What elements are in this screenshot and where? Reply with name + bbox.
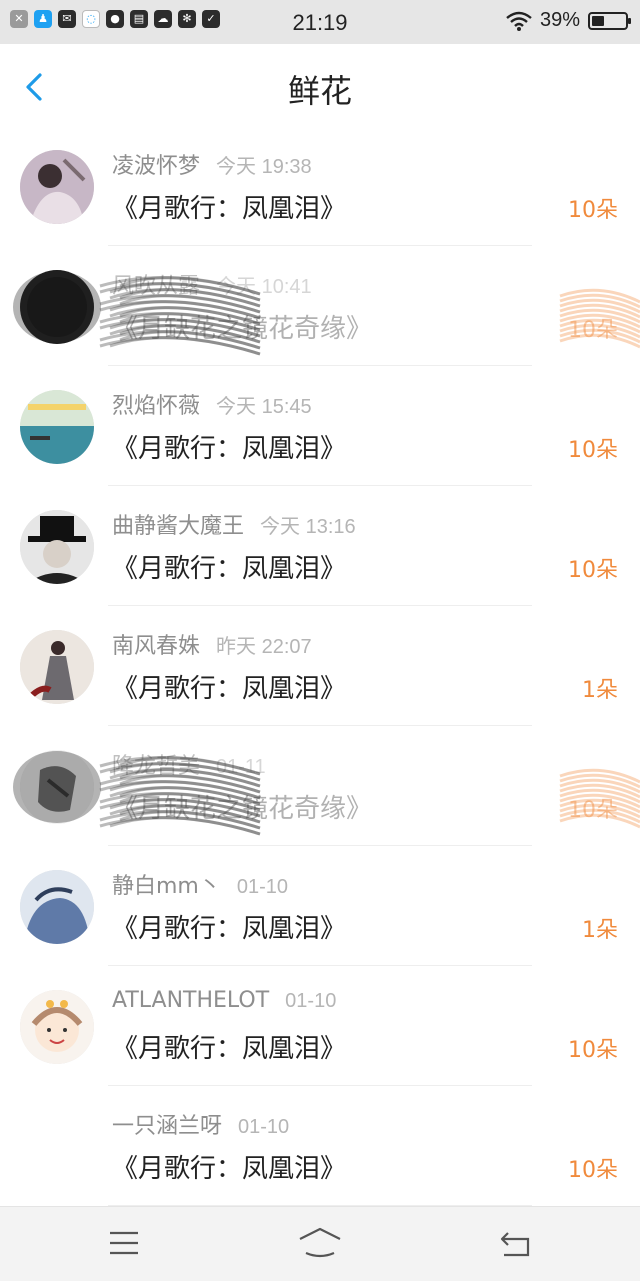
avatar[interactable] [20, 510, 94, 584]
sender-name: 南风春姝 [112, 634, 201, 659]
avatar[interactable] [20, 630, 94, 704]
flower-count: 10朵 [568, 798, 618, 823]
name-line: 曲静酱大魔王 今天 13:16 [112, 508, 356, 540]
book-title: 《月缺花之镜花奇缘》 [112, 794, 373, 824]
bottom-nav [0, 1206, 640, 1281]
gift-list: 凌波怀梦 今天 19:38 《月歌行：凤凰泪》 10朵 风吹从露 今天 10:4… [0, 126, 640, 1206]
battery-icon [588, 11, 631, 30]
name-line: 烈焰怀薇 今天 15:45 [112, 388, 312, 420]
sent-time: 01-10 [236, 876, 289, 898]
sender-name: ATLANTHELOT [112, 988, 270, 1013]
book-title: 《月歌行：凤凰泪》 [112, 1034, 347, 1064]
sent-time: 01-10 [285, 990, 337, 1012]
avatar[interactable] [20, 990, 94, 1064]
sent-time: 今天 13:16 [260, 516, 356, 538]
book-title: 《月歌行：凤凰泪》 [112, 1154, 347, 1184]
book-title: 《月歌行：凤凰泪》 [112, 194, 347, 224]
list-item-3[interactable]: 烈焰怀薇 今天 15:45 《月歌行：凤凰泪》 10朵 [0, 366, 640, 486]
redaction-scribble [13, 271, 640, 356]
avatar[interactable] [20, 1110, 94, 1184]
flower-count: 1朵 [582, 918, 618, 943]
page-title: 鲜花 [287, 72, 352, 110]
list-item-4[interactable]: 曲静酱大魔王 今天 13:16 《月歌行：凤凰泪》 10朵 [0, 486, 640, 606]
sent-time: 01-11 [216, 756, 266, 778]
avatar[interactable] [20, 750, 94, 824]
redaction-scribble [13, 751, 640, 836]
list-item-9[interactable]: 一只涵兰呀 01-10 《月歌行：凤凰泪》 10朵 [0, 1086, 640, 1206]
avatar[interactable] [20, 270, 94, 344]
sender-name: 静白mm丶 [112, 874, 221, 899]
list-item-1[interactable]: 凌波怀梦 今天 19:38 《月歌行：凤凰泪》 10朵 [0, 126, 640, 246]
book-title: 《月歌行：凤凰泪》 [112, 914, 347, 944]
flower-count: 1朵 [582, 678, 618, 703]
battery-percent: 39% [539, 9, 580, 31]
sent-time: 今天 19:38 [216, 156, 312, 178]
wifi-icon [506, 11, 532, 31]
sent-time: 今天 15:45 [216, 396, 312, 418]
book-title: 《月歌行：凤凰泪》 [112, 434, 347, 464]
home-icon[interactable] [296, 1225, 344, 1261]
flower-count: 10朵 [568, 318, 618, 343]
name-line: 南风春姝 昨天 22:07 [112, 628, 312, 660]
list-item-6[interactable]: 降龙哲美 01-11 《月缺花之镜花奇缘》 10朵 [0, 726, 640, 846]
avatar[interactable] [20, 390, 94, 464]
menu-icon[interactable] [104, 1225, 144, 1261]
status-right: 39% [506, 9, 631, 32]
status-bar: ✕ ♟ ✉ ◌ ● ▤ ☁ ✻ ✓ 21:19 39% [0, 0, 640, 44]
list-item-2[interactable]: 风吹从露 今天 10:41 《月缺花之镜花奇缘》 10朵 [0, 246, 640, 366]
sent-time: 今天 10:41 [216, 276, 312, 298]
flower-count: 10朵 [568, 198, 618, 223]
list-item-7[interactable]: 静白mm丶 01-10 《月歌行：凤凰泪》 1朵 [0, 846, 640, 966]
name-line: 降龙哲美 01-11 [112, 748, 266, 780]
name-line: ATLANTHELOT 01-10 [112, 988, 336, 1013]
sent-time: 01-10 [238, 1116, 290, 1138]
name-line: 静白mm丶 01-10 [112, 868, 288, 900]
name-line: 风吹从露 今天 10:41 [112, 268, 312, 300]
list-item-8[interactable]: ATLANTHELOT 01-10 《月歌行：凤凰泪》 10朵 [0, 966, 640, 1086]
sender-name: 风吹从露 [112, 274, 201, 299]
sender-name: 凌波怀梦 [112, 154, 201, 179]
flower-count: 10朵 [568, 558, 618, 583]
sender-name: 烈焰怀薇 [112, 394, 201, 419]
sent-time: 昨天 22:07 [216, 636, 312, 658]
flower-count: 10朵 [568, 1038, 618, 1063]
avatar[interactable] [20, 870, 94, 944]
book-title: 《月歌行：凤凰泪》 [112, 674, 347, 704]
flower-count: 10朵 [568, 1158, 618, 1183]
list-item-5[interactable]: 南风春姝 昨天 22:07 《月歌行：凤凰泪》 1朵 [0, 606, 640, 726]
flower-count: 10朵 [568, 438, 618, 463]
back-arrow-icon[interactable] [496, 1225, 536, 1261]
book-title: 《月缺花之镜花奇缘》 [112, 314, 373, 344]
app-header: 鲜花 [0, 44, 640, 127]
name-line: 凌波怀梦 今天 19:38 [112, 148, 312, 180]
avatar[interactable] [20, 150, 94, 224]
sender-name: 降龙哲美 [112, 754, 201, 779]
sender-name: 一只涵兰呀 [112, 1114, 223, 1139]
battery-level [592, 15, 605, 26]
name-line: 一只涵兰呀 01-10 [112, 1108, 289, 1140]
sender-name: 曲静酱大魔王 [112, 514, 245, 539]
book-title: 《月歌行：凤凰泪》 [112, 554, 347, 584]
